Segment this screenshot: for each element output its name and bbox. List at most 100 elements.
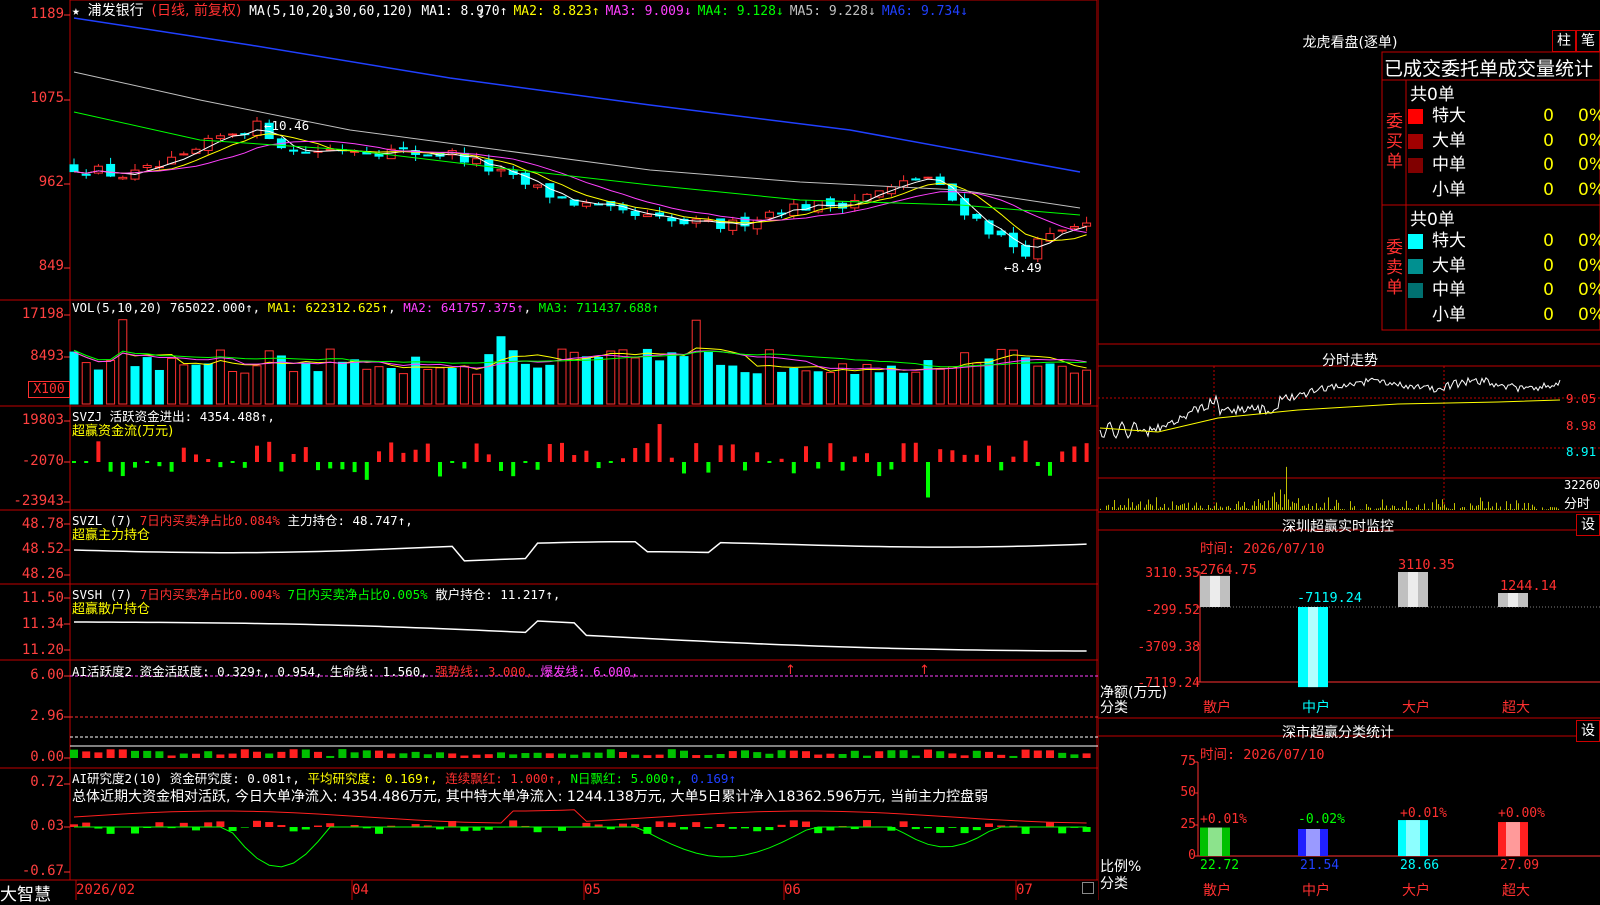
ai2-research: 资金研究度: 0.081↑, [170,771,300,786]
flow-bar [548,444,552,462]
classify-time: 时间: 2026/07/10 [1200,743,1325,763]
ai1-values: 资金活跃度: 0.329↑, 0.954, 生命线: 1.560, [140,664,428,679]
candle [70,165,78,172]
intraday-volume-bar [1460,508,1461,510]
ai1-strong-line: 强势线: 3.000, [435,664,533,679]
flow-bar [658,424,662,462]
vol-unit-badge[interactable]: X100 [28,381,70,398]
intraday-volume-bar [1252,505,1253,510]
monitor-category: 超大 [1502,697,1530,717]
intraday-volume-bar [1146,505,1147,510]
intraday-volume-bar [1490,508,1491,510]
intraday-volume-bar [1478,505,1479,510]
intraday-volume-bar [1420,509,1421,510]
candle [668,218,676,221]
classify-bar [1498,822,1528,856]
research-bar [912,827,920,829]
intraday-volume-bar [1550,507,1551,510]
volume-bar [826,373,834,404]
classify-settings-button[interactable]: 设 [1576,720,1600,742]
research-bar [936,827,944,833]
research-bar [326,823,334,827]
chart-canvas[interactable]: ↓↓↑↑ [0,0,1098,900]
star-icon[interactable]: ★ [72,4,80,19]
ma-values: MA1: 8.970↑MA2: 8.823↑MA3: 9.009↓MA4: 9.… [421,4,974,19]
research-bar [778,825,786,827]
svsh-value: 散户持仓: 11.217↑, [435,587,560,602]
flow-bar [231,461,235,463]
svsh-ylabel: 11.34 [0,616,64,632]
activity-bar [290,749,298,758]
flow-bar [487,454,491,462]
volume-bar [375,367,383,404]
intraday-volume-bar [1294,503,1295,510]
flow-bar [889,462,893,469]
volume-bar [1070,373,1078,404]
research-bar [826,827,834,830]
candle [1034,239,1042,259]
volume-bar [241,373,249,404]
intraday-volume-bar [1128,498,1129,510]
period-label[interactable]: (日线, 前复权) [151,3,241,19]
intraday-volume-bar [1504,509,1505,510]
activity-bar [534,753,542,758]
intraday-volume-bar [1112,507,1113,510]
intraday-volume-bar [1360,509,1361,510]
flow-bar [414,450,418,462]
activity-bar [814,755,822,758]
monitor-bar [1298,607,1328,687]
lock-icon[interactable] [1082,882,1094,894]
intraday-volume-bar [1302,506,1303,510]
candle [643,215,651,217]
intraday-volume-bar [1212,509,1213,510]
ai2-green-line [74,827,1087,867]
intraday-volume-bar [1186,508,1187,510]
intraday-volume-bar [1308,504,1309,510]
intraday-volume-bar [1228,506,1229,510]
buy-row: 中单00% [1408,153,1600,177]
kline-header: ★ 浦发银行 (日线, 前复权) MA(5,10,20,30,60,120) M… [72,0,974,20]
flow-bar [292,454,296,462]
intraday-volume-bar [1472,505,1473,510]
ma-value-3: MA3: 9.009↓ [606,4,692,19]
tick-mode-button[interactable]: 笔 [1576,30,1600,52]
classify-value-label: 21.54 [1300,858,1339,873]
flow-bar [1024,441,1028,462]
intraday-volume-bar [1412,509,1413,510]
volume-bar [351,360,359,404]
intraday-volume-bar [1238,501,1239,510]
intraday-volume-bar [1534,507,1535,510]
monitor-bar-highlight [1308,607,1318,687]
volume-bar [1034,366,1042,404]
candle [534,185,542,187]
flow-bar [377,451,381,462]
bar-mode-button[interactable]: 柱 [1552,30,1576,52]
classify-value-label: 22.72 [1200,858,1239,873]
high-marker: ←10.46 [264,118,309,133]
intraday-volume-bar [1296,503,1297,510]
flow-bar [243,462,247,468]
ai2-def: AI研究度2(10) [72,771,162,786]
intraday-volume-bar [1514,509,1515,510]
intraday-volume-bar [1138,504,1139,510]
vol-ma3: MA3: 711437.688↑ [539,300,659,315]
research-bar [82,823,90,827]
intraday-volume-bar [1388,509,1389,510]
intraday-volume-bar [1424,504,1425,510]
activity-bar [131,751,139,758]
intraday-volume-bar [1194,506,1195,510]
intraday-volume-bar [1376,509,1377,510]
research-bar [290,827,298,831]
research-bar [692,822,700,827]
svzl-value: 主力持仓: 48.747↑, [287,513,412,528]
monitor-axis-xtitle: 分类 [1100,697,1128,717]
research-bar [558,827,566,831]
activity-bar [229,754,237,758]
intraday-volume-bar [1150,504,1151,510]
ai2-summary: 总体近期大资金相对活跃, 今日大单净流入: 4354.486万元, 其中特大单净… [72,786,988,806]
monitor-settings-button[interactable]: 设 [1576,514,1600,536]
activity-bar [1046,750,1054,758]
classify-bar-highlight [1406,820,1420,856]
intraday-volume-bar [1254,501,1255,510]
volume-bar [704,353,712,404]
